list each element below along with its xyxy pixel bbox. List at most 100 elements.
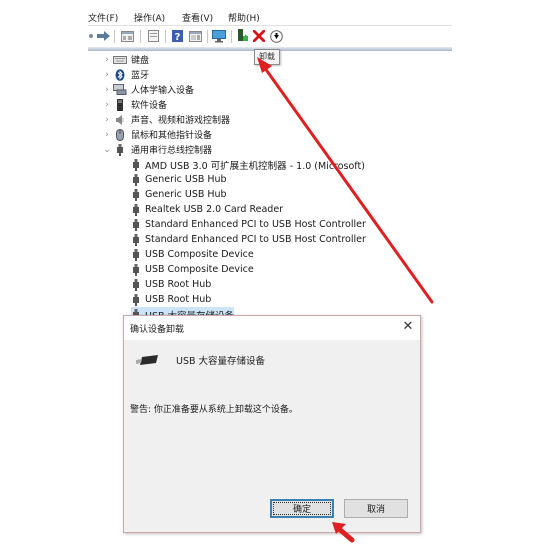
- tree-category-software-devices[interactable]: › 软件设备: [101, 97, 167, 112]
- usb-device-label: USB Root Hub: [145, 279, 212, 290]
- back-arrow-icon: [89, 34, 93, 38]
- usb-plug-icon: [131, 293, 141, 306]
- tree-category-label: 键盘: [131, 56, 150, 66]
- chevron-right-icon[interactable]: ›: [101, 55, 113, 65]
- properties-button[interactable]: [146, 29, 160, 43]
- red-x-icon: [253, 30, 265, 42]
- usb-device-label: Realtek USB 2.0 Card Reader: [145, 204, 284, 215]
- hid-icon: [113, 84, 127, 96]
- chevron-right-icon[interactable]: ›: [101, 130, 113, 140]
- down-arrow-circle-icon: [269, 29, 283, 43]
- tree-category-hid[interactable]: › 人体学输入设备: [101, 82, 194, 97]
- usb-device-item[interactable]: USB Root Hub: [131, 292, 211, 307]
- usb-device-item[interactable]: USB Root Hub: [131, 277, 211, 292]
- usb-plug-icon: [131, 203, 141, 216]
- toolbar-separator: [231, 30, 232, 43]
- mouse-icon: [113, 128, 127, 141]
- tree-category-mice[interactable]: › 鼠标和其他指针设备: [101, 127, 212, 142]
- help-icon: ?: [171, 30, 183, 42]
- keyboard-icon: [113, 54, 127, 66]
- usb-plug-icon: [131, 158, 141, 171]
- usb-device-item[interactable]: Standard Enhanced PCI to USB Host Contro…: [131, 217, 366, 232]
- tree-category-sound-video-game[interactable]: › 声音、视频和游戏控制器: [101, 112, 230, 127]
- tree-category-label: 声音、视频和游戏控制器: [131, 116, 231, 126]
- tree-category-bluetooth[interactable]: › 蓝牙: [101, 67, 149, 82]
- usb-device-label: Standard Enhanced PCI to USB Host Contro…: [145, 219, 366, 230]
- usb-plug-icon: [131, 188, 141, 201]
- bluetooth-icon: [113, 68, 127, 81]
- update-driver-button[interactable]: [236, 29, 250, 43]
- menu-view[interactable]: 查看(V): [182, 11, 213, 24]
- usb-device-item[interactable]: Generic USB Hub: [131, 172, 227, 187]
- svg-text:?: ?: [174, 32, 180, 42]
- speaker-icon: [113, 114, 127, 126]
- usb-device-label: USB Composite Device: [145, 249, 254, 260]
- usb-plug-icon: [131, 278, 141, 291]
- properties-icon: [147, 30, 159, 42]
- scan-hardware-button[interactable]: [212, 29, 226, 43]
- toolbar-separator: [140, 30, 141, 43]
- toolbar: ?: [88, 26, 452, 48]
- usb-device-item[interactable]: Generic USB Hub: [131, 187, 227, 202]
- usb-plug-icon: [131, 263, 141, 276]
- cancel-button[interactable]: 取消: [344, 499, 408, 518]
- dialog-device-name: USB 大容量存储设备: [176, 356, 266, 367]
- chevron-right-icon[interactable]: ›: [101, 70, 113, 80]
- usb-plug-icon: [113, 143, 127, 156]
- close-icon[interactable]: ✕: [400, 319, 416, 335]
- annotation-arrow-to-uninstall: [257, 57, 434, 304]
- usb-device-item[interactable]: AMD USB 3.0 可扩展主机控制器 - 1.0 (Microsoft): [131, 157, 365, 172]
- show-hide-console-tree-button[interactable]: [120, 29, 134, 43]
- software-device-icon: [113, 98, 127, 111]
- usb-plug-icon: [131, 218, 141, 231]
- forward-arrow-icon: [96, 31, 110, 41]
- menu-bar: 文件(F) 操作(A) 查看(V) 帮助(H): [88, 8, 452, 26]
- dialog-warning-text: 警告: 你正准备要从系统上卸载这个设备。: [130, 405, 298, 415]
- tree-category-label: 蓝牙: [131, 71, 150, 81]
- chevron-right-icon[interactable]: ›: [101, 100, 113, 110]
- usb-device-label: Generic USB Hub: [145, 174, 227, 185]
- action-pane-button[interactable]: [188, 29, 202, 43]
- menu-file[interactable]: 文件(F): [88, 11, 118, 24]
- tree-category-label: 鼠标和其他指针设备: [131, 131, 213, 141]
- menu-help[interactable]: 帮助(H): [228, 11, 260, 24]
- dialog-titlebar: 确认设备卸载 ✕: [124, 316, 420, 340]
- usb-device-label: USB Composite Device: [145, 264, 254, 275]
- usb-device-label: USB Root Hub: [145, 294, 212, 305]
- tree-category-label: 通用串行总线控制器: [131, 146, 213, 156]
- confirm-uninstall-dialog: 确认设备卸载 ✕ USB 大容量存储设备 警告: 你正准备要从系统上卸载这个设备…: [123, 315, 421, 533]
- usb-device-item[interactable]: USB Composite Device: [131, 247, 254, 262]
- usb-plug-icon: [131, 248, 141, 261]
- uninstall-tooltip: 卸载: [254, 49, 280, 65]
- update-driver-icon: [238, 29, 248, 41]
- tree-category-label: 软件设备: [131, 101, 168, 111]
- forward-button[interactable]: [96, 29, 110, 43]
- chevron-right-icon[interactable]: ›: [101, 85, 113, 95]
- tree-category-label: 人体学输入设备: [131, 86, 195, 96]
- usb-drive-icon: [136, 354, 160, 366]
- usb-device-item[interactable]: Standard Enhanced PCI to USB Host Contro…: [131, 232, 366, 247]
- monitor-scan-icon: [212, 29, 226, 42]
- help-button[interactable]: ?: [170, 29, 184, 43]
- ok-button[interactable]: 确定: [270, 499, 334, 518]
- usb-device-label: Generic USB Hub: [145, 189, 227, 200]
- action-pane-icon: [188, 30, 202, 42]
- usb-device-item[interactable]: Realtek USB 2.0 Card Reader: [131, 202, 283, 217]
- tree-category-keyboard[interactable]: › 键盘: [101, 52, 149, 67]
- tree-category-usb-controllers[interactable]: ⌄ 通用串行总线控制器: [101, 142, 212, 157]
- uninstall-button[interactable]: [252, 29, 266, 43]
- usb-device-label: AMD USB 3.0 可扩展主机控制器 - 1.0 (Microsoft): [145, 160, 365, 172]
- console-tree-icon: [120, 30, 134, 42]
- disable-device-button[interactable]: [269, 29, 283, 43]
- toolbar-separator: [165, 30, 166, 43]
- usb-device-item[interactable]: USB Composite Device: [131, 262, 254, 277]
- menu-action[interactable]: 操作(A): [134, 11, 165, 24]
- usb-plug-icon: [131, 173, 141, 186]
- toolbar-separator: [207, 30, 208, 43]
- usb-plug-icon: [131, 233, 141, 246]
- usb-device-label: Standard Enhanced PCI to USB Host Contro…: [145, 234, 366, 245]
- chevron-down-icon[interactable]: ⌄: [101, 145, 113, 155]
- toolbar-separator: [114, 30, 115, 43]
- chevron-right-icon[interactable]: ›: [101, 115, 113, 125]
- dialog-title: 确认设备卸载: [130, 325, 185, 335]
